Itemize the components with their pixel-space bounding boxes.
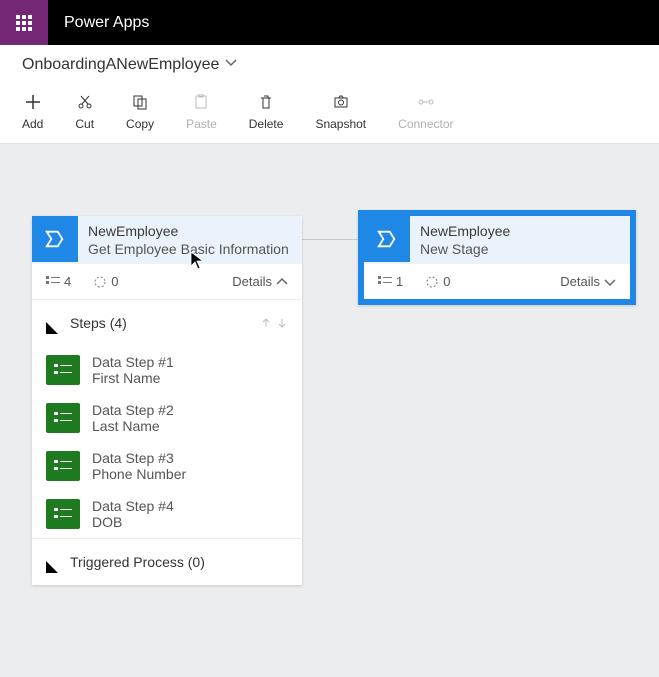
form-icon [54,459,72,473]
trigger-count: 0 [425,274,450,289]
delete-label: Delete [249,117,284,131]
chevron-down-icon[interactable] [225,56,237,74]
form-icon [54,507,72,521]
stage-header: NewEmployee Get Employee Basic Informati… [32,216,302,264]
toolbar: Add Cut Copy Paste Delete Snapshot Conne… [0,85,659,144]
step-row[interactable]: Data Step #4 DOB [32,490,302,538]
delete-button[interactable]: Delete [249,93,284,131]
triangle-icon [46,312,58,334]
arrow-down-icon[interactable] [276,317,288,329]
add-label: Add [22,117,43,131]
form-icon [54,363,72,377]
paste-icon [192,93,210,111]
paste-label: Paste [186,117,217,131]
step-row[interactable]: Data Step #2 Last Name [32,394,302,442]
steps-section-header[interactable]: Steps (4) [32,299,302,346]
waffle-icon [16,15,32,31]
data-step-badge [46,403,80,433]
connector-label: Connector [398,117,453,131]
flow-name[interactable]: OnboardingANewEmployee [22,56,219,74]
step-field: Last Name [92,418,174,434]
step-row[interactable]: Data Step #3 Phone Number [32,442,302,490]
step-title: Data Step #2 [92,402,174,418]
step-field: DOB [92,514,174,530]
steps-header-label: Steps (4) [70,315,127,331]
stage-badge [32,216,78,262]
copy-label: Copy [126,117,154,131]
triangle-icon [46,551,58,573]
cycle-icon [425,275,439,289]
snapshot-label: Snapshot [315,117,366,131]
step-title: Data Step #1 [92,354,174,370]
cycle-icon [93,275,107,289]
stage-meta: 4 0 Details [32,264,302,299]
cut-label: Cut [75,117,94,131]
steps-count: 1 [378,274,403,289]
stage-meta: 1 0 Details [364,264,630,299]
add-button[interactable]: Add [22,93,43,131]
step-field: Phone Number [92,466,186,482]
stage-name: Get Employee Basic Information [88,240,289,258]
data-step-badge [46,499,80,529]
scissors-icon [76,93,94,111]
step-title: Data Step #3 [92,450,186,466]
data-step-badge [46,355,80,385]
canvas[interactable]: NewEmployee Get Employee Basic Informati… [0,144,659,676]
stage-name: New Stage [420,240,510,258]
snapshot-button[interactable]: Snapshot [315,93,366,131]
plus-icon [24,93,42,111]
form-icon [54,411,72,425]
trigger-count: 0 [93,274,118,289]
stage-entity: NewEmployee [88,222,289,240]
connector-line [302,239,358,240]
connector-icon [417,93,435,111]
copy-icon [131,93,149,111]
chevron-down-icon [604,276,616,288]
stage-header: NewEmployee New Stage [364,216,630,264]
trash-icon [257,93,275,111]
breadcrumb: OnboardingANewEmployee [0,45,659,85]
chevron-stage-icon [44,228,66,250]
stage-badge [364,216,410,262]
list-icon [378,276,392,288]
title-bar: Power Apps [0,0,659,45]
stage-card-new-stage[interactable]: NewEmployee New Stage 1 0 Details [358,210,636,305]
list-icon [46,276,60,288]
app-title: Power Apps [48,14,165,32]
triggered-header-label: Triggered Process (0) [70,554,205,570]
details-toggle[interactable]: Details [560,274,616,289]
paste-button: Paste [186,93,217,131]
step-row[interactable]: Data Step #1 First Name [32,346,302,394]
triggered-section-header[interactable]: Triggered Process (0) [32,538,302,585]
stage-card-get-info[interactable]: NewEmployee Get Employee Basic Informati… [32,216,302,585]
arrow-up-icon[interactable] [260,317,272,329]
step-title: Data Step #4 [92,498,174,514]
chevron-up-icon [276,276,288,288]
camera-icon [332,93,350,111]
connector-button: Connector [398,93,453,131]
stage-entity: NewEmployee [420,222,510,240]
cut-button[interactable]: Cut [75,93,94,131]
data-step-badge [46,451,80,481]
details-toggle[interactable]: Details [232,274,288,289]
chevron-stage-icon [376,228,398,250]
app-launcher-button[interactable] [0,0,48,45]
steps-count: 4 [46,274,71,289]
step-field: First Name [92,370,174,386]
copy-button[interactable]: Copy [126,93,154,131]
